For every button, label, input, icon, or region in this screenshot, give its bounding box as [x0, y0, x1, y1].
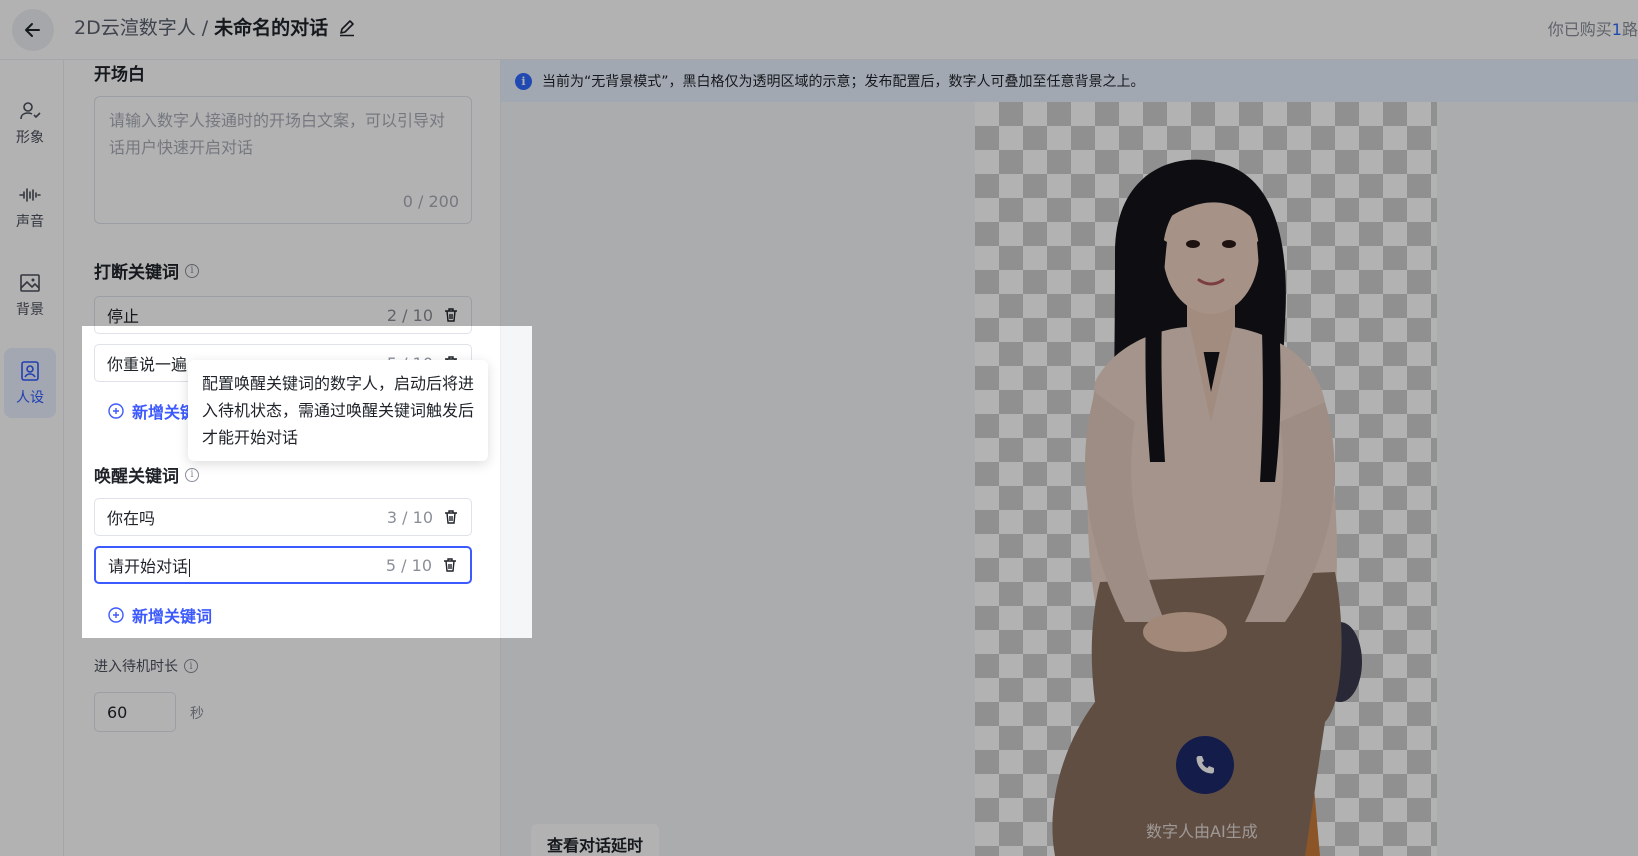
text-caret: [189, 558, 191, 577]
delete-keyword-button[interactable]: [442, 557, 458, 573]
info-icon[interactable]: i: [185, 467, 199, 482]
keyword-text: 你在吗: [107, 509, 156, 528]
add-wake-keyword-button[interactable]: 新增关键词: [108, 603, 212, 627]
trash-icon: [445, 510, 457, 524]
tooltip-text: 配置唤醒关键词的数字人，启动后将进入待机状态，需通过唤醒关键词触发后才能开始对话: [202, 374, 475, 447]
wake-keyword-tooltip: 配置唤醒关键词的数字人，启动后将进入待机状态，需通过唤醒关键词触发后才能开始对话: [188, 360, 488, 461]
overlay-mask-left: [0, 326, 82, 638]
keyword-value: 请开始对话: [108, 557, 189, 576]
wake-title: 唤醒关键词: [94, 467, 179, 487]
plus-circle-icon: [108, 403, 124, 419]
overlay-mask-top: [0, 0, 1638, 326]
add-keyword-label: 新增关键词: [132, 607, 213, 626]
keyword-counter: 5 / 10: [385, 555, 432, 575]
keyword-counter: 3 / 10: [386, 507, 433, 527]
keyword-text: 请开始对话: [108, 553, 386, 577]
delete-keyword-button[interactable]: [443, 509, 459, 525]
trash-icon: [444, 558, 456, 572]
overlay-mask-bottom: [0, 638, 1638, 856]
overlay-mask-right: [532, 326, 1638, 638]
plus-circle-icon: [108, 607, 124, 623]
wake-keyword-input[interactable]: 你在吗 3 / 10: [94, 498, 472, 536]
wake-keyword-input[interactable]: 请开始对话 5 / 10: [94, 546, 472, 584]
wake-section-title: 唤醒关键词 i: [94, 462, 199, 487]
